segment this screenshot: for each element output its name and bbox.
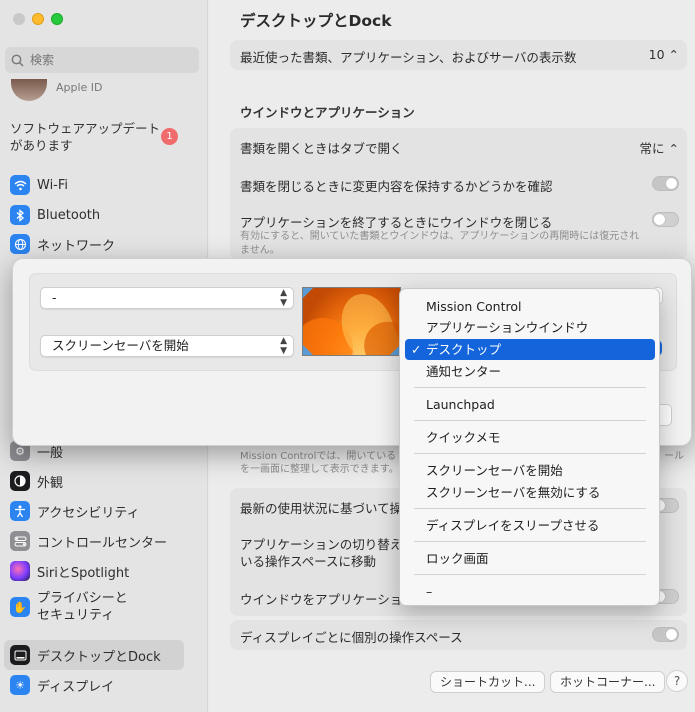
sidebar-item-wifi[interactable]: Wi-Fi bbox=[10, 175, 68, 195]
appearance-icon bbox=[10, 471, 30, 491]
sidebar-item-siri-spotlight[interactable]: SiriとSpotlight bbox=[10, 561, 129, 581]
section-title-windows: ウインドウとアプリケーション bbox=[240, 105, 415, 120]
sidebar-item-appearance[interactable]: 外観 bbox=[10, 471, 63, 491]
sidebar-item-label: 外観 bbox=[37, 475, 64, 491]
menu-item-launchpad[interactable]: Launchpad bbox=[405, 394, 655, 415]
sidebar-item-label: Wi-Fi bbox=[37, 177, 69, 193]
sidebar-item-control-center[interactable]: コントロールセンター bbox=[10, 531, 167, 551]
dock-icon bbox=[10, 645, 30, 665]
ask-keep-changes-toggle[interactable] bbox=[652, 176, 679, 191]
separate-spaces-row: ディスプレイごとに個別の操作スペース bbox=[230, 620, 687, 650]
sidebar-item-label: ネットワーク bbox=[37, 238, 116, 254]
shortcuts-button[interactable]: ショートカット... bbox=[430, 671, 546, 693]
sidebar-item-label: プライバシーと セキュリティ bbox=[37, 591, 128, 623]
apple-id-label[interactable]: Apple ID bbox=[56, 81, 103, 94]
menu-item-lock-screen[interactable]: ロック画面 bbox=[405, 548, 655, 569]
recent-items-label: 最近使った書類、アプリケーション、およびサーバの表示数 bbox=[240, 50, 577, 65]
corner-marker-bottom-left bbox=[303, 345, 313, 355]
search-input[interactable] bbox=[30, 53, 180, 67]
zoom-button[interactable] bbox=[51, 13, 63, 25]
bottom-left-corner-popup[interactable]: スクリーンセーバを開始 ▲ ▼ bbox=[40, 335, 294, 357]
menu-item-sleep-display[interactable]: ディスプレイをスリープさせる bbox=[405, 515, 655, 536]
display-icon: ☀ bbox=[10, 675, 30, 695]
close-windows-label: アプリケーションを終了するときにウインドウを閉じる bbox=[240, 215, 553, 230]
chevron-updown-icon: ⌃ bbox=[668, 47, 679, 62]
wifi-icon bbox=[10, 175, 30, 195]
control-center-icon bbox=[10, 531, 30, 551]
search-field[interactable] bbox=[5, 47, 199, 73]
software-update-item[interactable]: ソフトウェアアップデートがあります bbox=[10, 120, 160, 154]
siri-icon bbox=[10, 561, 30, 581]
corner-action-menu: Mission Control アプリケーションウインドウ ✓ デスクトップ 通… bbox=[399, 288, 660, 606]
menu-item-quick-note[interactable]: クイックメモ bbox=[405, 427, 655, 448]
minimize-button[interactable] bbox=[32, 13, 44, 25]
bottom-left-corner-value: スクリーンセーバを開始 bbox=[52, 338, 189, 353]
menu-separator bbox=[414, 508, 646, 509]
menu-separator bbox=[414, 453, 646, 454]
menu-item-none[interactable]: – bbox=[405, 581, 655, 602]
menu-item-disable-screensaver[interactable]: スクリーンセーバを無効にする bbox=[405, 482, 655, 503]
menu-item-app-windows[interactable]: アプリケーションウインドウ bbox=[405, 317, 655, 338]
sidebar-item-network[interactable]: ネットワーク bbox=[10, 234, 115, 254]
mission-control-note: Mission Controlでは、開いている bbox=[240, 451, 397, 462]
sidebar-item-label: デスクトップとDock bbox=[37, 649, 161, 665]
search-icon bbox=[11, 54, 24, 67]
recent-items-stepper[interactable]: 10 ⌃ bbox=[649, 47, 679, 62]
checkmark-icon: ✓ bbox=[411, 342, 422, 357]
hot-corners-button[interactable]: ホットコーナー... bbox=[550, 671, 666, 693]
sidebar-item-desktop-dock[interactable]: デスクトップとDock bbox=[4, 640, 184, 670]
sidebar-item-label: アクセシビリティ bbox=[37, 505, 140, 521]
avatar[interactable] bbox=[11, 79, 47, 101]
tabs-popup[interactable]: 常に ⌃ bbox=[640, 138, 679, 157]
close-windows-note: 有効にすると、開いていた書類とウインドウは、アプリケーションの再開時には復元され… bbox=[240, 231, 640, 256]
recent-items-row: 最近使った書類、アプリケーション、およびサーバの表示数 10 ⌃ bbox=[230, 40, 687, 70]
menu-separator bbox=[414, 420, 646, 421]
mission-control-note-2: を一画面に整理して表示できます。 bbox=[240, 464, 399, 475]
sidebar-item-label: コントロールセンター bbox=[37, 535, 168, 551]
corner-marker-top-left bbox=[303, 288, 313, 298]
sidebar-item-display[interactable]: ☀ ディスプレイ bbox=[10, 675, 114, 695]
help-button[interactable]: ? bbox=[666, 670, 688, 692]
close-windows-toggle[interactable] bbox=[652, 212, 679, 227]
menu-item-notification-center[interactable]: 通知センター bbox=[405, 361, 655, 382]
bluetooth-icon bbox=[10, 205, 30, 225]
sidebar-item-bluetooth[interactable]: Bluetooth bbox=[10, 205, 100, 225]
separate-spaces-toggle[interactable] bbox=[652, 627, 679, 642]
sidebar-item-accessibility[interactable]: アクセシビリティ bbox=[10, 501, 140, 521]
globe-icon bbox=[10, 234, 30, 254]
sidebar-item-label: Bluetooth bbox=[37, 207, 101, 223]
recent-items-value: 10 bbox=[648, 47, 665, 62]
sidebar-item-label: ディスプレイ bbox=[37, 679, 115, 695]
close-button[interactable] bbox=[13, 13, 25, 25]
chevron-updown-icon: ▲ ▼ bbox=[280, 336, 287, 356]
rearrange-spaces-label: 最新の使用状況に基づいて操作 bbox=[240, 501, 415, 516]
chevron-updown-icon: ▲ ▼ bbox=[280, 288, 287, 308]
menu-item-desktop[interactable]: ✓ デスクトップ bbox=[405, 339, 655, 360]
group-windows-label: ウインドウをアプリケーショ bbox=[240, 592, 403, 607]
menu-item-start-screensaver[interactable]: スクリーンセーバを開始 bbox=[405, 460, 655, 481]
desktop-preview-image bbox=[302, 287, 401, 356]
tabs-label: 書類を開くときはタブで開く bbox=[240, 141, 403, 156]
ask-keep-changes-label: 書類を閉じるときに変更内容を保持するかどうかを確認 bbox=[240, 179, 553, 194]
top-left-corner-value: - bbox=[52, 290, 57, 305]
menu-separator bbox=[414, 574, 646, 575]
tabs-value: 常に bbox=[639, 141, 665, 156]
switch-space-label-2: いる操作スペースに移動 bbox=[240, 554, 377, 569]
top-left-corner-popup[interactable]: - ▲ ▼ bbox=[40, 287, 294, 309]
page-title: デスクトップとDock bbox=[240, 12, 392, 30]
sidebar-item-label: SiriとSpotlight bbox=[37, 565, 130, 581]
update-badge: 1 bbox=[161, 128, 178, 145]
sidebar-item-privacy[interactable]: ✋ プライバシーと セキュリティ bbox=[10, 590, 128, 624]
accessibility-icon bbox=[10, 501, 30, 521]
menu-separator bbox=[414, 541, 646, 542]
window-controls bbox=[13, 13, 63, 25]
windows-card: 書類を開くときはタブで開く 常に ⌃ 書類を閉じるときに変更内容を保持するかどう… bbox=[230, 128, 687, 260]
menu-separator bbox=[414, 387, 646, 388]
separate-spaces-label: ディスプレイごとに個別の操作スペース bbox=[240, 630, 463, 645]
mission-control-note-tail: ール bbox=[664, 451, 684, 462]
menu-item-label: デスクトップ bbox=[426, 342, 502, 357]
menu-item-mission-control[interactable]: Mission Control bbox=[405, 296, 655, 317]
hand-icon: ✋ bbox=[10, 597, 30, 617]
